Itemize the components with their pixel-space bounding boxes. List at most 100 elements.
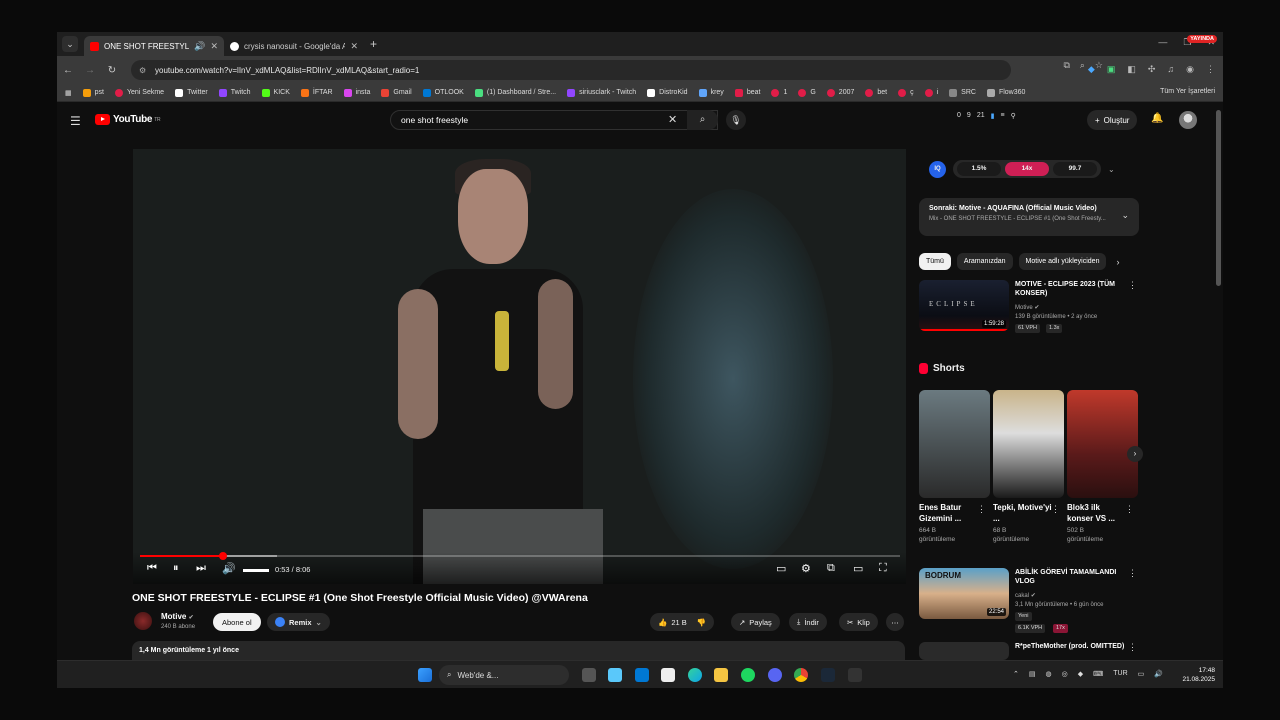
youtube-logo[interactable]: YouTube TR <box>95 114 161 125</box>
file-explorer-icon[interactable] <box>714 668 728 682</box>
video-thumbnail[interactable] <box>919 642 1009 660</box>
theater-mode-icon[interactable]: ▭ <box>853 562 863 575</box>
app-icon[interactable] <box>608 668 622 682</box>
hamburger-menu-icon[interactable]: ☰ <box>70 114 81 128</box>
site-info-icon[interactable]: ⚙ <box>139 66 149 75</box>
tray-app-icon[interactable]: ◆ <box>1078 670 1083 678</box>
bookmark-item[interactable]: i <box>924 88 938 97</box>
chip-all[interactable]: Tümü <box>919 253 951 270</box>
pause-icon[interactable]: ⏸ <box>173 562 179 575</box>
profile-icon[interactable]: ◉ <box>1186 64 1194 75</box>
short-thumbnail[interactable] <box>993 390 1064 498</box>
clear-search-icon[interactable]: ✕ <box>668 113 677 126</box>
chip-from-search[interactable]: Aramanızdan <box>956 253 1013 270</box>
avatar[interactable] <box>1179 111 1197 129</box>
extension-icon[interactable]: ▣ <box>1107 64 1116 75</box>
chevron-right-icon[interactable]: › <box>1116 257 1119 267</box>
more-vert-icon[interactable]: ⋮ <box>1128 568 1137 579</box>
bookmark-item[interactable]: siriusclark - Twitch <box>567 88 636 97</box>
chip-from-uploader[interactable]: Motive adlı yükleyiciden <box>1018 253 1107 270</box>
like-button[interactable]: 👍 21 B 👎 <box>650 613 715 631</box>
video-player[interactable]: ⏮ ⏸ ⏭ 🔊 0:53 / 8:06 ▭ ⚙ ⧉ ▭ ⛶ <box>133 149 906 584</box>
bookmark-item[interactable]: İFTAR <box>300 88 333 97</box>
reload-icon[interactable]: ↻ <box>101 65 123 76</box>
zoom-icon[interactable]: ⌕ <box>1080 60 1085 71</box>
bookmark-item[interactable]: DistroKid <box>647 88 688 97</box>
outlook-icon[interactable] <box>635 668 649 682</box>
keyboard-icon[interactable]: ⌨ <box>1093 670 1103 678</box>
menu-icon[interactable]: ⋮ <box>1206 64 1215 75</box>
bookmark-item[interactable]: (1) Dashboard / Stre... <box>474 88 556 97</box>
chevron-down-icon[interactable]: ⌄ <box>1108 165 1115 174</box>
share-button[interactable]: ↗ Paylaş <box>731 613 780 631</box>
iq-badge[interactable]: IQ <box>929 160 946 178</box>
volume-icon[interactable]: 🔊 <box>1154 670 1163 678</box>
bookmark-item[interactable]: insta <box>343 88 370 97</box>
taskbar-search-input[interactable]: ⌕ Web'de &... <box>439 665 569 685</box>
bookmark-item[interactable]: G <box>798 88 816 97</box>
tab-search-icon[interactable]: ⌄ <box>62 36 78 52</box>
bookmark-item[interactable]: bet <box>865 88 887 97</box>
chevron-right-icon[interactable]: › <box>1127 446 1143 462</box>
new-tab-button[interactable]: + <box>370 37 377 51</box>
recommended-video[interactable]: R*peTheMother (prod. OMITTED) ⋮ <box>919 642 1141 660</box>
settings-gear-icon[interactable]: ⚙ <box>801 562 811 575</box>
discord-icon[interactable] <box>768 668 782 682</box>
edge-icon[interactable] <box>688 668 702 682</box>
more-vert-icon[interactable]: ⋮ <box>1051 504 1060 515</box>
install-icon[interactable]: ⧉ <box>1063 60 1069 71</box>
remix-button[interactable]: Remix ⌄ <box>267 613 330 631</box>
minimize-icon[interactable]: — <box>1158 37 1167 48</box>
video-thumbnail[interactable]: BODRUM 22:54 <box>919 568 1009 619</box>
bookmark-item[interactable]: Yeni Sekme <box>114 88 164 97</box>
chevron-down-icon[interactable]: ⌄ <box>1121 210 1129 221</box>
recommended-video[interactable]: BODRUM 22:54 ABİLİK GÖREVİ TAMAMLANDI VL… <box>919 568 1141 633</box>
up-next-box[interactable]: Sonraki: Motive - AQUAFINA (Official Mus… <box>919 198 1139 236</box>
short-thumbnail[interactable] <box>919 390 990 498</box>
volume-slider[interactable] <box>243 569 269 572</box>
bookmark-item[interactable]: KICK <box>261 88 290 97</box>
extension-icon[interactable]: ◆ <box>1088 64 1095 75</box>
scrubber-handle[interactable] <box>218 552 227 560</box>
seek-bar[interactable] <box>140 552 900 560</box>
bookmark-item[interactable]: krey <box>698 88 724 97</box>
short-title[interactable]: Enes Batur Gizemini ... <box>919 502 979 524</box>
language-indicator[interactable]: TUR <box>1113 670 1127 678</box>
clip-button[interactable]: ✂ Klip <box>839 613 878 631</box>
bookmark-item[interactable]: OTLOOK <box>422 88 464 97</box>
tray-app-icon[interactable]: ◍ <box>1046 670 1052 678</box>
extension-icon[interactable]: ◧ <box>1127 64 1136 75</box>
channel-name[interactable]: Motive ✔ <box>161 612 194 621</box>
recommended-video[interactable]: ECLIPSE 1:59:28 MOTIVE - ECLIPSE 2023 (T… <box>919 280 1141 336</box>
chevron-up-icon[interactable]: ⌃ <box>1013 670 1019 678</box>
extension-icon[interactable]: ≡ <box>1000 112 1004 120</box>
fullscreen-icon[interactable]: ⛶ <box>879 562 887 575</box>
short-title[interactable]: Tepki, Motive'yi ... <box>993 502 1053 524</box>
subscribe-button[interactable]: Abone ol <box>213 613 261 631</box>
network-icon[interactable]: ▭ <box>1138 670 1145 678</box>
more-vert-icon[interactable]: ⋮ <box>1128 280 1137 291</box>
bookmark-item[interactable]: Gmail <box>381 88 412 97</box>
extensions-puzzle-icon[interactable]: ✣ <box>1148 64 1156 75</box>
taskbar-clock[interactable]: 17:48 21.08.2025 <box>1182 666 1215 684</box>
app-icon[interactable] <box>848 668 862 682</box>
steam-icon[interactable] <box>821 668 835 682</box>
short-thumbnail[interactable] <box>1067 390 1138 498</box>
more-vert-icon[interactable]: ⋮ <box>1125 504 1134 515</box>
media-icon[interactable]: ♫ <box>1167 64 1174 75</box>
more-vert-icon[interactable]: ⋮ <box>1128 642 1137 653</box>
more-vert-icon[interactable]: ⋮ <box>977 504 986 515</box>
more-actions-icon[interactable]: ⋯ <box>886 613 904 631</box>
bookmark-item[interactable]: Flow360 <box>986 88 1025 97</box>
tray-app-icon[interactable]: ▤ <box>1029 670 1036 678</box>
previous-icon[interactable]: ⏮ <box>147 562 157 575</box>
subtitles-icon[interactable]: ▭ <box>776 562 786 575</box>
spotify-icon[interactable] <box>741 668 755 682</box>
steam-tray-icon[interactable]: ◎ <box>1062 670 1068 678</box>
channel-avatar[interactable] <box>134 612 152 630</box>
bookmark-item[interactable]: pst <box>82 88 104 97</box>
notifications-bell-icon[interactable]: 🔔 <box>1151 113 1163 124</box>
bookmark-item[interactable]: 1 <box>771 88 787 97</box>
tab-close-icon[interactable]: ✕ <box>210 41 218 52</box>
voice-search-icon[interactable]: 🎙 <box>726 110 746 130</box>
